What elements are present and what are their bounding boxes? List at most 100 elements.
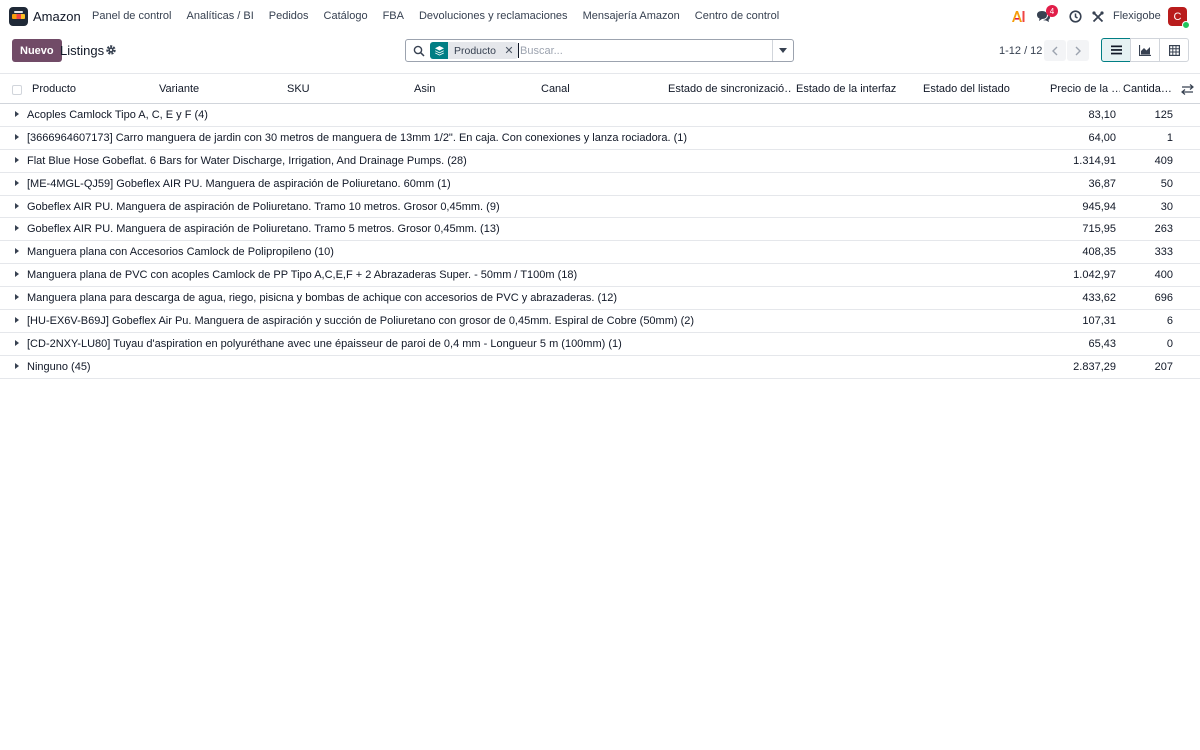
menu-devoluciones[interactable]: Devoluciones y reclamaciones	[419, 10, 568, 22]
column-header-sku[interactable]: SKU	[287, 83, 407, 95]
tools-icon[interactable]	[1091, 9, 1104, 24]
group-row[interactable]: Flat Blue Hose Gobeflat. 6 Bars for Wate…	[0, 150, 1200, 173]
messages-badge: 4	[1046, 5, 1058, 17]
list-icon	[1110, 45, 1122, 55]
caret-right-icon	[15, 317, 19, 324]
search-icon[interactable]	[413, 45, 425, 57]
group-qty: 0	[1166, 337, 1173, 350]
group-by-facet: Producto ✕	[430, 42, 519, 59]
search-bar: Producto ✕	[405, 39, 794, 62]
optional-columns-sliders-icon[interactable]	[1181, 83, 1194, 96]
group-price: 715,95	[1082, 223, 1116, 236]
group-label: [ME-4MGL-QJ59] Gobeflex AIR PU. Manguera…	[27, 177, 451, 190]
column-header-estado-interfaz[interactable]: Estado de la interfaz	[796, 83, 918, 95]
column-header-estado-listado[interactable]: Estado del listado	[923, 83, 1045, 95]
group-row[interactable]: Gobeflex AIR PU. Manguera de aspiración …	[0, 196, 1200, 219]
group-price: 408,35	[1082, 246, 1116, 259]
search-input[interactable]	[518, 43, 768, 58]
caret-right-icon	[15, 248, 19, 255]
search-options-dropdown[interactable]	[772, 40, 793, 61]
group-price: 433,62	[1082, 292, 1116, 305]
chevron-left-icon	[1052, 46, 1058, 55]
group-label: Manguera plana con Accesorios Camlock de…	[27, 246, 334, 259]
group-row[interactable]: Manguera plana para descarga de agua, ri…	[0, 287, 1200, 311]
pager-previous-button[interactable]	[1044, 40, 1066, 61]
group-row[interactable]: [CD-2NXY-LU80] Tuyau d'aspiration en pol…	[0, 333, 1200, 356]
menu-catalogo[interactable]: Catálogo	[324, 10, 368, 22]
main-menu: Panel de control Analíticas / BI Pedidos…	[92, 10, 794, 22]
group-qty: 696	[1154, 292, 1173, 305]
list-view-button[interactable]	[1101, 38, 1131, 62]
clock-icon[interactable]	[1068, 9, 1082, 24]
chevron-right-icon	[1075, 46, 1081, 55]
column-header-precio[interactable]: Precio de la …	[1050, 83, 1120, 95]
graph-view-button[interactable]	[1130, 38, 1160, 62]
column-header-variante[interactable]: Variante	[159, 83, 279, 95]
group-qty: 50	[1160, 177, 1173, 190]
select-all-checkbox[interactable]	[12, 85, 22, 95]
caret-right-icon	[15, 202, 19, 209]
listings-table: Producto Variante SKU Asin Canal Estado …	[0, 73, 1200, 379]
group-row[interactable]: Manguera plana con Accesorios Camlock de…	[0, 241, 1200, 265]
table-grid-icon	[1168, 44, 1180, 56]
user-avatar[interactable]: C	[1168, 7, 1190, 29]
group-label: Gobeflex AIR PU. Manguera de aspiración …	[27, 200, 500, 213]
group-qty: 1	[1166, 131, 1173, 144]
menu-analiticas[interactable]: Analíticas / BI	[187, 10, 254, 22]
new-button[interactable]: Nuevo	[12, 39, 62, 62]
group-price: 107,31	[1082, 315, 1116, 328]
column-header-canal[interactable]: Canal	[541, 83, 661, 95]
amazon-app-icon[interactable]	[9, 7, 28, 26]
control-panel: Nuevo Listings Producto ✕ 1-12 / 12	[0, 33, 1200, 73]
menu-fba[interactable]: FBA	[383, 10, 404, 22]
table-header: Producto Variante SKU Asin Canal Estado …	[0, 73, 1200, 104]
group-label: Acoples Camlock Tipo A, C, E y F (4)	[27, 109, 208, 121]
group-row[interactable]: [ME-4MGL-QJ59] Gobeflex AIR PU. Manguera…	[0, 173, 1200, 196]
menu-centro-de-control[interactable]: Centro de control	[695, 10, 779, 22]
group-price: 2.837,29	[1073, 360, 1116, 373]
company-switcher[interactable]: Flexigobe	[1113, 10, 1161, 22]
area-chart-icon	[1139, 44, 1151, 56]
caret-right-icon	[15, 339, 19, 346]
group-row[interactable]: Acoples Camlock Tipo A, C, E y F (4) 83,1…	[0, 104, 1200, 127]
group-row[interactable]: Ninguno (45) 2.837,29 207	[0, 356, 1200, 379]
column-header-producto[interactable]: Producto	[32, 83, 152, 95]
menu-mensajeria[interactable]: Mensajería Amazon	[583, 10, 680, 22]
column-header-asin[interactable]: Asin	[414, 83, 534, 95]
caret-right-icon	[15, 179, 19, 186]
chat-icon[interactable]: 4	[1036, 5, 1058, 24]
remove-facet-close-icon[interactable]: ✕	[502, 42, 516, 59]
group-qty: 30	[1160, 200, 1173, 213]
group-row[interactable]: Manguera plana de PVC con acoples Camloc…	[0, 264, 1200, 288]
caret-right-icon	[15, 225, 19, 232]
app-brand[interactable]: Amazon	[33, 9, 81, 24]
caret-right-icon	[15, 133, 19, 140]
group-row[interactable]: [3666964607173] Carro manguera de jardin…	[0, 127, 1200, 150]
group-price: 1.042,97	[1073, 269, 1116, 282]
gear-icon[interactable]	[105, 44, 117, 56]
group-label: Manguera plana de PVC con acoples Camloc…	[27, 269, 578, 282]
group-price: 83,10	[1088, 109, 1116, 121]
group-label: Manguera plana para descarga de agua, ri…	[27, 292, 618, 305]
ai-icon[interactable]	[1011, 9, 1026, 24]
top-navbar: Amazon Panel de control Analíticas / BI …	[0, 0, 1200, 33]
menu-pedidos[interactable]: Pedidos	[269, 10, 309, 22]
group-label: [3666964607173] Carro manguera de jardin…	[27, 131, 688, 144]
group-label: Gobeflex AIR PU. Manguera de aspiración …	[27, 223, 500, 236]
group-row[interactable]: [HU-EX6V-B69J] Gobeflex Air Pu. Manguera…	[0, 310, 1200, 333]
group-qty: 400	[1154, 269, 1173, 282]
online-status-dot	[1182, 21, 1190, 29]
group-label: [CD-2NXY-LU80] Tuyau d'aspiration en pol…	[27, 337, 622, 350]
layers-icon	[430, 42, 448, 59]
pager-next-button[interactable]	[1067, 40, 1089, 61]
pager-value[interactable]: 1-12 / 12	[999, 45, 1042, 57]
group-qty: 333	[1154, 246, 1173, 259]
group-qty: 263	[1154, 223, 1173, 236]
column-header-estado-sincronizacion[interactable]: Estado de sincronizació…	[668, 83, 792, 95]
menu-panel-de-control[interactable]: Panel de control	[92, 10, 172, 22]
group-price: 1.314,91	[1073, 154, 1116, 167]
column-header-cantidad[interactable]: Cantida…	[1123, 83, 1175, 95]
group-row[interactable]: Gobeflex AIR PU. Manguera de aspiración …	[0, 218, 1200, 242]
pivot-view-button[interactable]	[1159, 38, 1189, 62]
group-label: Ninguno (45)	[27, 360, 91, 373]
